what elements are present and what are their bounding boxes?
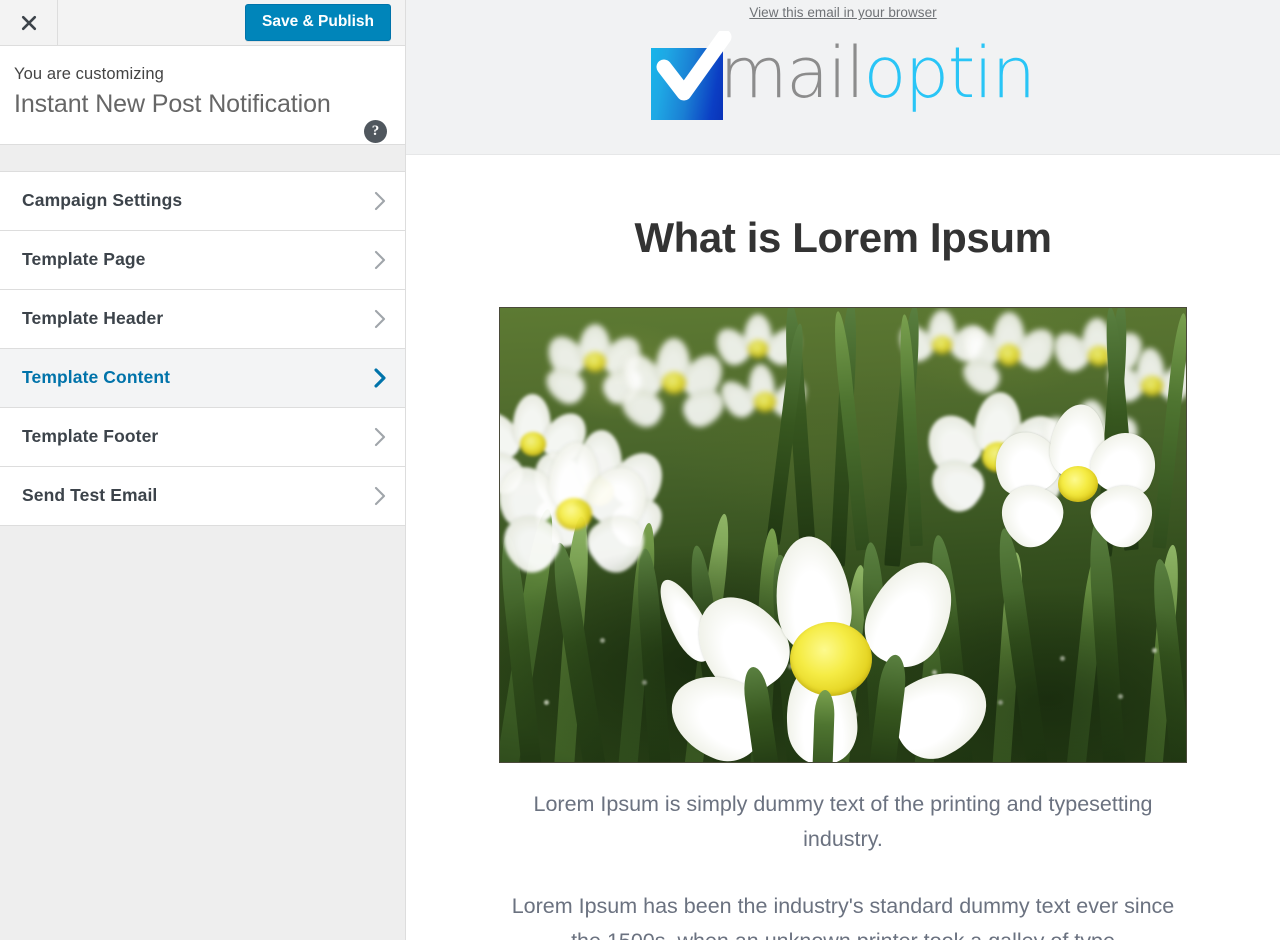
customizing-info-panel: You are customizing Instant New Post Not… [0, 46, 405, 145]
save-publish-wrap: Save & Publish [245, 0, 405, 45]
customizer-header-bar: Save & Publish [0, 0, 405, 46]
email-content-body: What is Lorem Ipsum Lorem Ipsum is simpl… [406, 213, 1280, 940]
customizer-menu-list: Campaign Settings Template Page Template… [0, 171, 405, 526]
chevron-right-icon [373, 426, 387, 448]
header-spacer [58, 0, 245, 45]
menu-top-gap [0, 144, 405, 172]
sidebar-item-template-header[interactable]: Template Header [0, 289, 405, 349]
close-icon [19, 13, 39, 33]
email-paragraph-2: Lorem Ipsum has been the industry's stan… [511, 894, 1175, 940]
customizing-title: Instant New Post Notification [14, 89, 331, 118]
chevron-right-icon [373, 249, 387, 271]
checkmark-envelope-logo-icon [651, 31, 732, 120]
sidebar-item-label: Template Content [22, 367, 171, 387]
email-header-band: View this email in your browser mailopti… [406, 0, 1280, 155]
sidebar-item-label: Send Test Email [22, 485, 158, 505]
view-in-browser-link[interactable]: View this email in your browser [749, 5, 936, 20]
customizer-sidebar: Save & Publish You are customizing Insta… [0, 0, 406, 940]
close-button[interactable] [0, 0, 58, 45]
sidebar-item-label: Campaign Settings [22, 190, 183, 210]
save-and-publish-button[interactable]: Save & Publish [245, 4, 391, 41]
sidebar-item-label: Template Footer [22, 426, 159, 446]
email-preview-pane: View this email in your browser mailopti… [406, 0, 1280, 940]
chevron-right-icon [373, 367, 387, 389]
hero-image-wrap [452, 307, 1234, 764]
customizer-app: Save & Publish You are customizing Insta… [0, 0, 1280, 940]
logo-word-optin: optin [863, 32, 1036, 114]
sidebar-item-template-page[interactable]: Template Page [0, 230, 405, 290]
chevron-right-icon [373, 308, 387, 330]
sidebar-item-label: Template Header [22, 308, 164, 328]
sidebar-item-template-content[interactable]: Template Content [0, 348, 405, 408]
mailoptin-logo: mailoptin [651, 31, 1036, 120]
customizing-label: You are customizing [14, 65, 164, 83]
sidebar-item-template-footer[interactable]: Template Footer [0, 407, 405, 467]
sidebar-item-campaign-settings[interactable]: Campaign Settings [0, 171, 405, 231]
sidebar-item-send-test-email[interactable]: Send Test Email [0, 466, 405, 526]
sidebar-item-label: Template Page [22, 249, 146, 269]
page-title: What is Lorem Ipsum [634, 214, 1052, 261]
hero-image-daffodils[interactable] [499, 307, 1187, 764]
sidebar-empty-area [0, 525, 405, 940]
help-icon[interactable]: ? [364, 120, 387, 143]
chevron-right-icon [373, 190, 387, 212]
chevron-right-icon [373, 485, 387, 507]
logo-word-mail: mail [719, 32, 864, 114]
email-paragraph-1: Lorem Ipsum is simply dummy text of the … [533, 792, 1153, 852]
mailoptin-wordmark: mailoptin [719, 38, 1036, 108]
